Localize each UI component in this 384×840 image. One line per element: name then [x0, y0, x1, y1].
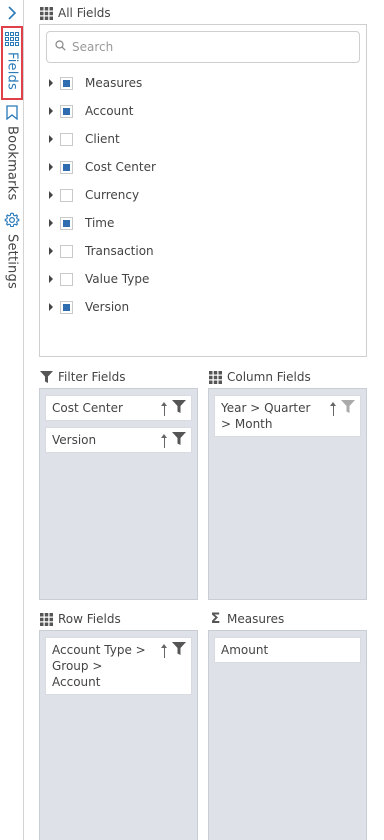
- checkbox[interactable]: [60, 216, 73, 230]
- tree-item-label: Cost Center: [85, 160, 156, 174]
- tab-bookmarks-label: Bookmarks: [4, 126, 20, 201]
- collapse-chevron-icon[interactable]: [4, 5, 20, 21]
- filter-field-chip[interactable]: Version: [45, 427, 192, 453]
- filter-icon[interactable]: [172, 432, 186, 449]
- grid-icon: [40, 612, 53, 626]
- sort-icon[interactable]: [161, 643, 169, 658]
- tree-item-value-type[interactable]: Value Type: [46, 265, 360, 293]
- checkbox[interactable]: [60, 76, 73, 90]
- all-fields-header: All Fields: [40, 5, 111, 21]
- filter-fields-zone[interactable]: Cost Center Version: [39, 388, 198, 600]
- all-fields-title: All Fields: [58, 6, 111, 20]
- row-fields-title: Row Fields: [58, 612, 121, 626]
- filter-fields-header: Filter Fields: [40, 369, 125, 385]
- sort-icon[interactable]: [161, 401, 169, 416]
- grid-icon: [40, 6, 53, 20]
- expand-arrow-icon[interactable]: [49, 191, 53, 199]
- sigma-icon: Σ: [210, 611, 221, 627]
- tree-item-version[interactable]: Version: [46, 293, 360, 321]
- measures-title: Measures: [227, 612, 285, 626]
- filter-fields-title: Filter Fields: [58, 370, 126, 384]
- column-field-chip[interactable]: Year > Quarter > Month: [214, 395, 361, 437]
- row-fields-zone[interactable]: Account Type > Group > Account: [39, 630, 198, 840]
- expand-arrow-icon[interactable]: [49, 107, 53, 115]
- gear-icon: [4, 212, 20, 231]
- bookmark-icon: [6, 105, 18, 123]
- tree-item-label: Account: [85, 104, 134, 118]
- filter-field-chip[interactable]: Cost Center: [45, 395, 192, 421]
- row-field-chip[interactable]: Account Type > Group > Account: [45, 637, 192, 695]
- tab-fields[interactable]: Fields: [1, 26, 23, 100]
- filter-icon: [40, 371, 53, 384]
- tree-item-transaction[interactable]: Transaction: [46, 237, 360, 265]
- tree-item-label: Measures: [85, 76, 143, 90]
- expand-arrow-icon[interactable]: [49, 275, 53, 283]
- checkbox[interactable]: [60, 160, 73, 174]
- filter-icon[interactable]: [172, 642, 186, 659]
- column-fields-zone[interactable]: Year > Quarter > Month: [208, 388, 367, 600]
- expand-arrow-icon[interactable]: [49, 163, 53, 171]
- tab-settings-label: Settings: [4, 234, 20, 289]
- search-icon: [55, 40, 66, 54]
- expand-arrow-icon[interactable]: [49, 219, 53, 227]
- tree-item-label: Client: [85, 132, 120, 146]
- expand-arrow-icon[interactable]: [49, 247, 53, 255]
- checkbox[interactable]: [60, 188, 73, 202]
- sort-icon[interactable]: [330, 401, 338, 416]
- column-fields-title: Column Fields: [227, 370, 311, 384]
- tree-item-currency[interactable]: Currency: [46, 181, 360, 209]
- checkbox[interactable]: [60, 104, 73, 118]
- tree-item-cost-center[interactable]: Cost Center: [46, 153, 360, 181]
- tab-bookmarks[interactable]: Bookmarks: [0, 105, 24, 200]
- measures-header: Σ Measures: [209, 611, 285, 627]
- tree-item-client[interactable]: Client: [46, 125, 360, 153]
- all-fields-panel: Search Measures Account Client Cost Cent…: [39, 24, 367, 357]
- grid-icon: [209, 370, 222, 384]
- grid-icon: [5, 32, 19, 49]
- row-fields-header: Row Fields: [40, 611, 121, 627]
- tab-settings[interactable]: Settings: [0, 212, 24, 289]
- checkbox[interactable]: [60, 244, 73, 258]
- search-placeholder: Search: [72, 40, 114, 54]
- search-input[interactable]: Search: [46, 31, 360, 63]
- filter-icon[interactable]: [341, 400, 355, 417]
- checkbox[interactable]: [60, 272, 73, 286]
- tree-item-account[interactable]: Account: [46, 97, 360, 125]
- tree-item-label: Currency: [85, 188, 140, 202]
- sort-icon[interactable]: [161, 433, 169, 448]
- measure-chip[interactable]: Amount: [214, 637, 361, 663]
- expand-arrow-icon[interactable]: [49, 303, 53, 311]
- tab-fields-label: Fields: [4, 52, 20, 90]
- tree-item-label: Version: [85, 300, 130, 314]
- chip-label: Amount: [221, 643, 269, 657]
- side-rail: Fields Bookmarks Settings: [0, 0, 24, 840]
- tree-item-label: Transaction: [85, 244, 154, 258]
- tree-item-label: Value Type: [85, 272, 150, 286]
- expand-arrow-icon[interactable]: [49, 79, 53, 87]
- tree-item-time[interactable]: Time: [46, 209, 360, 237]
- expand-arrow-icon[interactable]: [49, 135, 53, 143]
- tree-item-label: Time: [85, 216, 115, 230]
- column-fields-header: Column Fields: [209, 369, 311, 385]
- filter-icon[interactable]: [172, 400, 186, 417]
- field-tree: Measures Account Client Cost Center Curr…: [46, 69, 360, 321]
- tree-item-measures[interactable]: Measures: [46, 69, 360, 97]
- checkbox[interactable]: [60, 300, 73, 314]
- measures-zone[interactable]: Amount: [208, 630, 367, 840]
- checkbox[interactable]: [60, 132, 73, 146]
